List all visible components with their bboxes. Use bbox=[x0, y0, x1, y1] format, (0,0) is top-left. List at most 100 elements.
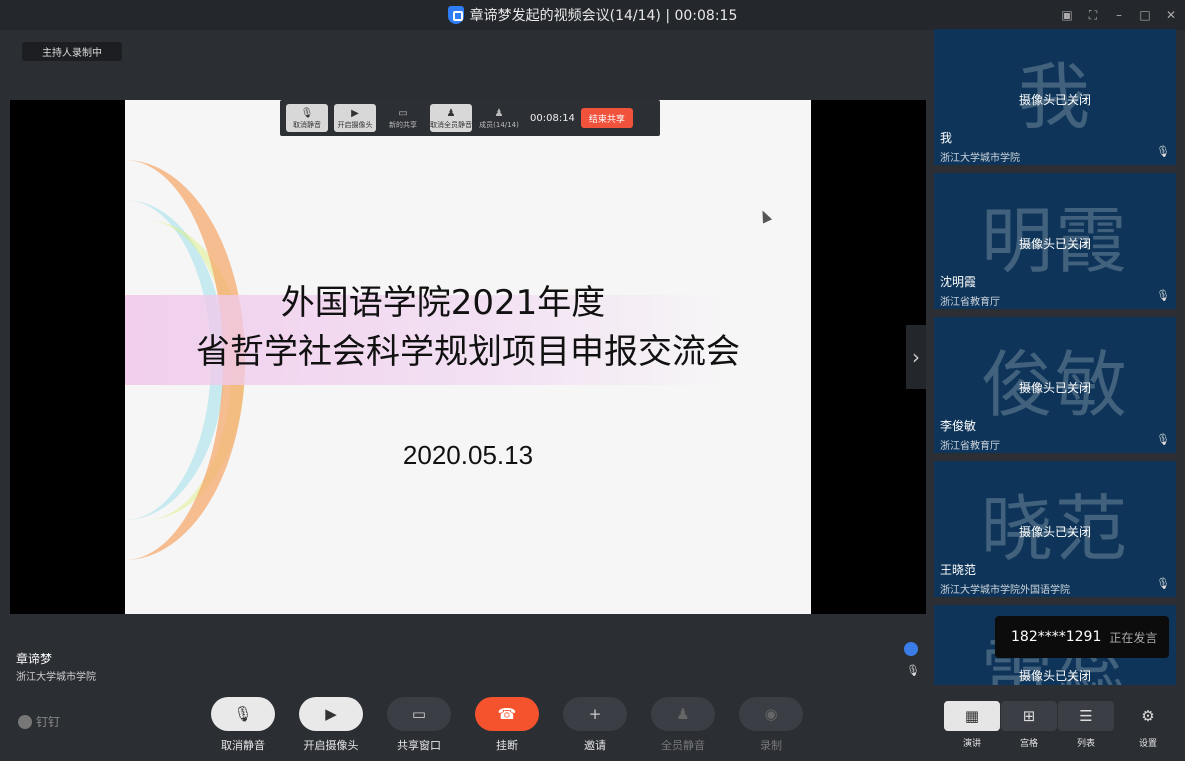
mic-muted-icon: 🎙 bbox=[1156, 433, 1170, 446]
speaking-indicator: 182****1291 正在发言 bbox=[995, 616, 1169, 658]
mouse-cursor-icon bbox=[757, 208, 773, 224]
camera-off-text: 摄像头已关闭 bbox=[1018, 669, 1091, 683]
end-share-button[interactable]: 结束共享 bbox=[580, 108, 633, 128]
camera-label: 开启摄像头 bbox=[303, 739, 359, 752]
record-icon: ◉ bbox=[739, 697, 803, 731]
mini-new-share-button[interactable]: ▭ 新的共享 bbox=[382, 104, 424, 132]
mic-icon: 🎙 bbox=[300, 108, 314, 119]
camera-off-text: 摄像头已关闭 bbox=[1018, 381, 1091, 395]
dingtalk-brand: 钉钉 bbox=[18, 713, 60, 730]
add-user-icon: + bbox=[563, 697, 627, 731]
fullscreen-icon[interactable]: ⛶ bbox=[1087, 8, 1099, 23]
list-view-icon: ☰ bbox=[1058, 701, 1114, 731]
invite-button[interactable]: + 邀请 bbox=[562, 697, 628, 753]
settings-button[interactable]: ⚙ 设置 bbox=[1120, 701, 1176, 749]
presenter-name: 章谛梦 bbox=[16, 652, 53, 666]
mute-all-button[interactable]: ♟ 全员静音 bbox=[650, 697, 716, 753]
presenter-mic-icon: 🎙 bbox=[906, 664, 920, 677]
mini-camera-button[interactable]: ▶ 开启摄像头 bbox=[334, 104, 376, 132]
window-controls: ▣ ⛶ – □ ✕ bbox=[1061, 0, 1177, 30]
next-page-arrow-icon[interactable]: › bbox=[906, 325, 926, 389]
slide-date: 2020.05.13 bbox=[402, 440, 534, 470]
mic-icon: 🎙 bbox=[211, 697, 275, 731]
share-screen-icon: ▭ bbox=[387, 697, 451, 731]
list-view-button[interactable]: ☰ 列表 bbox=[1058, 701, 1114, 749]
participant-name: 王晓范 bbox=[940, 563, 977, 577]
mute-all-label: 全员静音 bbox=[661, 739, 705, 752]
mini-unmute-all-label: 取消全员静音 bbox=[430, 121, 472, 129]
people-icon: ♟ bbox=[446, 108, 456, 119]
shared-screen: 外国语学院2021年度 省哲学社会科学规划项目申报交流会 2020.05.13 … bbox=[10, 100, 926, 614]
participant-name: 我 bbox=[940, 131, 953, 145]
title-wrap: 章谛梦发起的视频会议(14/14) | 00:08:15 bbox=[447, 5, 738, 25]
unmute-label: 取消静音 bbox=[221, 739, 265, 752]
share-window-button[interactable]: ▭ 共享窗口 bbox=[386, 697, 452, 753]
participant-list: 我 摄像头已关闭 我 浙江大学城市学院 🎙 明霞 摄像头已关闭 沈明霞 浙江省教… bbox=[934, 29, 1176, 685]
mic-muted-icon: 🎙 bbox=[1156, 577, 1170, 590]
shield-icon bbox=[447, 6, 464, 24]
invite-label: 邀请 bbox=[584, 739, 606, 752]
grid-view-label: 宫格 bbox=[1019, 739, 1038, 749]
window-title: 章谛梦发起的视频会议(14/14) | 00:08:15 bbox=[469, 8, 738, 24]
share-window-label: 共享窗口 bbox=[397, 739, 441, 752]
maximize-icon[interactable]: □ bbox=[1139, 8, 1151, 22]
camera-icon: ▶ bbox=[351, 108, 359, 119]
participant-name: 李俊敏 bbox=[940, 419, 977, 433]
speaker-view-label: 演讲 bbox=[962, 739, 981, 749]
presenter-org: 浙江大学城市学院 bbox=[16, 672, 96, 683]
settings-label: 设置 bbox=[1138, 739, 1157, 749]
mini-new-share-label: 新的共享 bbox=[389, 121, 417, 129]
close-icon[interactable]: ✕ bbox=[1165, 8, 1177, 22]
float-window-icon[interactable]: ▣ bbox=[1061, 8, 1073, 22]
participant-tile[interactable]: 晓范 摄像头已关闭 王晓范 浙江大学城市学院外国语学院 🎙 bbox=[934, 461, 1176, 597]
list-view-label: 列表 bbox=[1076, 739, 1095, 749]
slide-title-line1: 外国语学院2021年度 bbox=[280, 283, 606, 323]
hang-up-icon: ☎ bbox=[475, 697, 539, 731]
slide-title-line2: 省哲学社会科学规划项目申报交流会 bbox=[196, 332, 740, 372]
mini-camera-label: 开启摄像头 bbox=[337, 121, 373, 129]
minimize-icon[interactable]: – bbox=[1113, 8, 1125, 22]
mini-timer: 00:08:14 bbox=[530, 112, 575, 124]
hang-up-button[interactable]: ☎ 挂断 bbox=[474, 697, 540, 753]
grid-view-button[interactable]: ⊞ 宫格 bbox=[1001, 701, 1057, 749]
mini-unmute-button[interactable]: 🎙 取消静音 bbox=[286, 104, 328, 132]
bottom-toolbar: 钉钉 🎙 取消静音 ▶ 开启摄像头 ▭ 共享窗口 ☎ 挂断 + 邀请 ♟ 全员静… bbox=[0, 685, 1185, 761]
mute-all-icon: ♟ bbox=[651, 697, 715, 731]
camera-off-text: 摄像头已关闭 bbox=[1018, 93, 1091, 107]
speaker-view-button[interactable]: ▦ 演讲 bbox=[944, 701, 1000, 749]
speaker-number: 182****1291 bbox=[1011, 629, 1102, 645]
record-label: 录制 bbox=[760, 739, 782, 752]
camera-off-text: 摄像头已关闭 bbox=[1018, 525, 1091, 539]
camera-icon: ▶ bbox=[299, 697, 363, 731]
participant-org: 浙江大学城市学院 bbox=[940, 153, 1020, 164]
record-button[interactable]: ◉ 录制 bbox=[738, 697, 804, 753]
speaker-view-icon: ▦ bbox=[944, 701, 1000, 731]
mini-members-label: 成员(14/14) bbox=[479, 121, 519, 129]
hang-up-label: 挂断 bbox=[496, 739, 518, 752]
screen-icon: ▭ bbox=[398, 108, 408, 119]
speaking-status: 正在发言 bbox=[1109, 630, 1158, 645]
mic-muted-icon: 🎙 bbox=[1156, 289, 1170, 302]
gear-icon: ⚙ bbox=[1141, 707, 1155, 725]
share-mini-toolbar: 🎙 取消静音 ▶ 开启摄像头 ▭ 新的共享 ♟ 取消全员静音 ♟ 成员(14/1… bbox=[280, 100, 660, 136]
mic-muted-icon: 🎙 bbox=[1156, 145, 1170, 158]
member-icon: ♟ bbox=[494, 108, 504, 119]
participant-org: 浙江大学城市学院外国语学院 bbox=[940, 585, 1070, 596]
mini-members-button[interactable]: ♟ 成员(14/14) bbox=[478, 104, 520, 132]
brand-name: 钉钉 bbox=[36, 715, 61, 729]
participant-tile[interactable]: 我 摄像头已关闭 我 浙江大学城市学院 🎙 bbox=[934, 29, 1176, 165]
participant-tile[interactable]: 明霞 摄像头已关闭 沈明霞 浙江省教育厅 🎙 bbox=[934, 173, 1176, 309]
participant-org: 浙江省教育厅 bbox=[940, 297, 1000, 308]
title-bar: 章谛梦发起的视频会议(14/14) | 00:08:15 ▣ ⛶ – □ ✕ bbox=[0, 0, 1185, 30]
camera-button[interactable]: ▶ 开启摄像头 bbox=[298, 697, 364, 753]
mini-unmute-all-button[interactable]: ♟ 取消全员静音 bbox=[430, 104, 472, 132]
grid-view-icon: ⊞ bbox=[1001, 701, 1057, 731]
unmute-button[interactable]: 🎙 取消静音 bbox=[210, 697, 276, 753]
participant-tile[interactable]: 俊敏 摄像头已关闭 李俊敏 浙江省教育厅 🎙 bbox=[934, 317, 1176, 453]
participant-name: 沈明霞 bbox=[940, 275, 977, 289]
dingtalk-logo-icon bbox=[18, 714, 32, 729]
mini-unmute-label: 取消静音 bbox=[293, 121, 321, 129]
chat-bubble-icon[interactable] bbox=[904, 642, 918, 656]
participant-org: 浙江省教育厅 bbox=[940, 441, 1000, 452]
presentation-slide: 外国语学院2021年度 省哲学社会科学规划项目申报交流会 2020.05.13 bbox=[125, 100, 811, 614]
